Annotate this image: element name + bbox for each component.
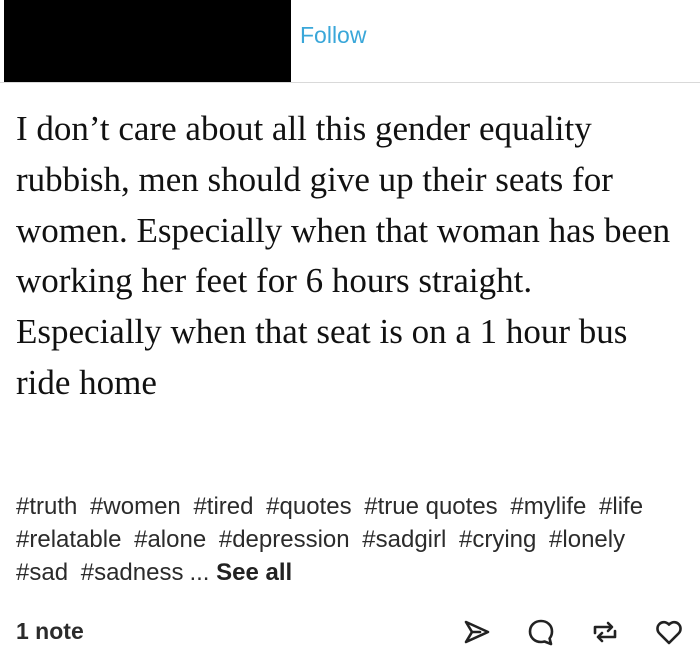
tag-sad[interactable]: #sad: [16, 559, 68, 586]
tag-sadness[interactable]: #sadness: [81, 559, 184, 586]
tag-relatable[interactable]: #relatable: [16, 526, 121, 553]
post-header: Follow: [0, 0, 700, 82]
tags-ellipsis: ...: [189, 559, 210, 586]
tag-mylife[interactable]: #mylife: [510, 493, 586, 520]
reblog-icon[interactable]: [588, 615, 622, 649]
tag-crying[interactable]: #crying: [459, 526, 536, 553]
tag-quotes[interactable]: #quotes: [266, 493, 351, 520]
header-divider: [0, 82, 700, 83]
tag-true-quotes[interactable]: #true quotes: [364, 493, 497, 520]
notes-count[interactable]: 1 note: [16, 618, 84, 645]
tag-alone[interactable]: #alone: [134, 526, 206, 553]
tag-tired[interactable]: #tired: [193, 493, 253, 520]
tag-women[interactable]: #women: [90, 493, 181, 520]
reply-icon[interactable]: [524, 615, 558, 649]
tag-depression[interactable]: #depression: [219, 526, 350, 553]
tag-lonely[interactable]: #lonely: [549, 526, 625, 553]
tag-list: #truth #women #tired #quotes #true quote…: [16, 490, 692, 589]
like-icon[interactable]: [652, 615, 686, 649]
share-icon[interactable]: [460, 615, 494, 649]
tag-life[interactable]: #life: [599, 493, 643, 520]
see-all-tags-link[interactable]: See all: [216, 559, 292, 586]
post-actions: [460, 612, 686, 652]
follow-button[interactable]: Follow: [300, 22, 366, 49]
redacted-username-block: [4, 0, 291, 82]
post-body-text: I don’t care about all this gender equal…: [16, 109, 671, 402]
tag-truth[interactable]: #truth: [16, 493, 77, 520]
tag-sadgirl[interactable]: #sadgirl: [362, 526, 446, 553]
